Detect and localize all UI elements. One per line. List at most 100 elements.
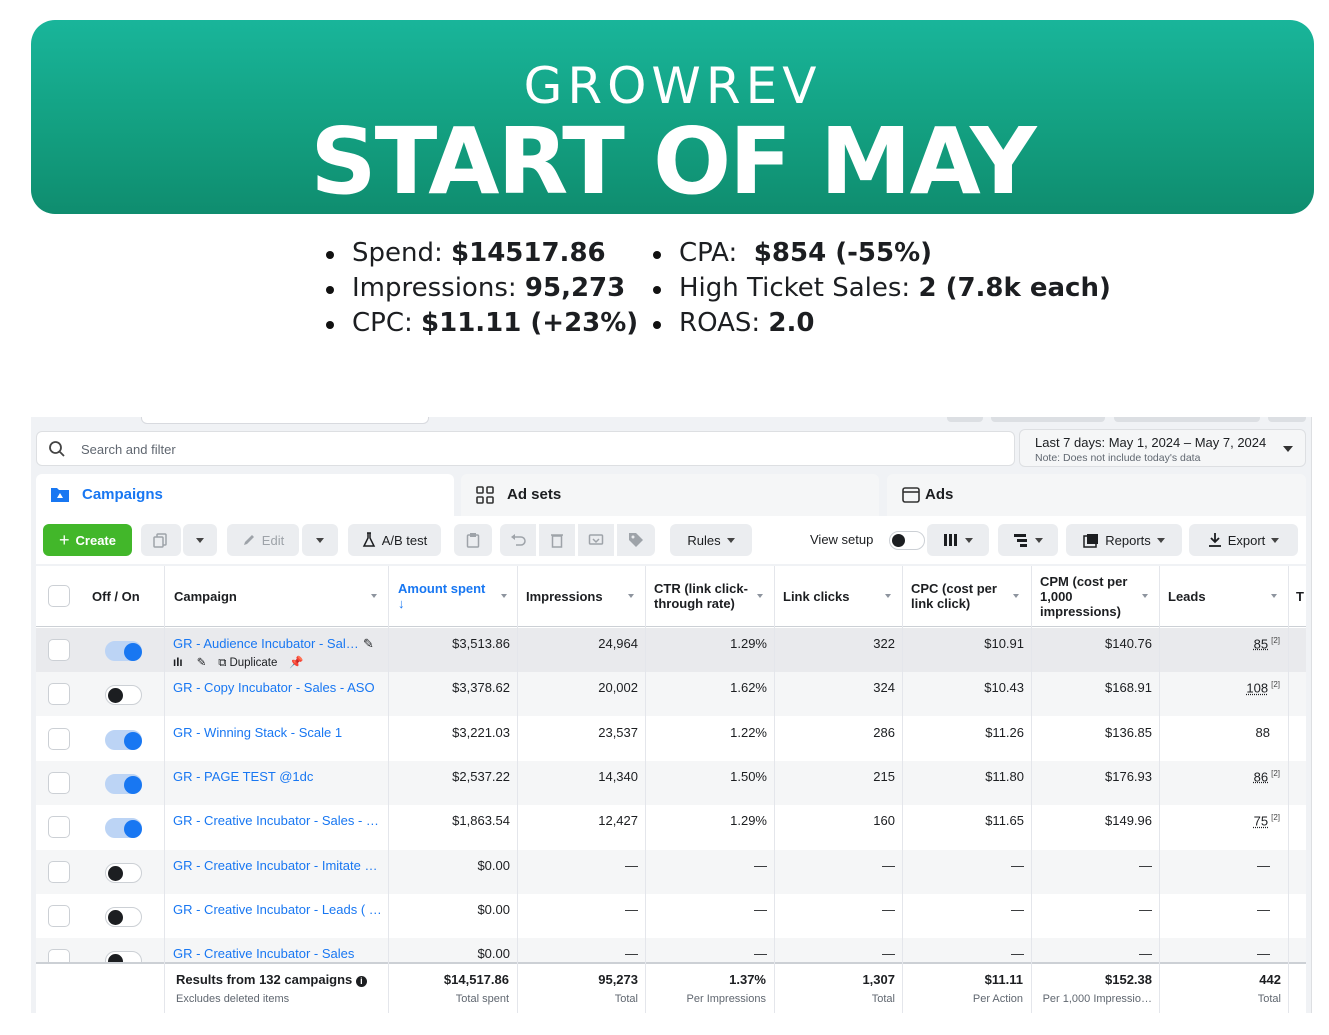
- leads-value[interactable]: 85: [1254, 636, 1268, 651]
- select-all-checkbox[interactable]: [48, 585, 70, 607]
- sort-icon: [1142, 594, 1148, 598]
- campaign-name-link[interactable]: GR - Creative Incubator - Sales: [173, 946, 354, 961]
- table-row[interactable]: GR - Copy Incubator - Sales - ASO $3,378.…: [36, 672, 1306, 717]
- sort-icon: [885, 594, 891, 598]
- tab-campaigns[interactable]: Campaigns: [36, 474, 454, 516]
- column-ctr[interactable]: CTR (link click-through rate): [654, 566, 759, 626]
- plus-icon: +: [59, 529, 70, 550]
- campaign-toggle[interactable]: [105, 818, 142, 839]
- campaign-toggle[interactable]: [105, 641, 142, 661]
- tab-ad-sets[interactable]: Ad sets: [461, 474, 879, 516]
- leads-value[interactable]: 75: [1254, 814, 1268, 829]
- undo-button[interactable]: [500, 524, 536, 556]
- campaign-name-link[interactable]: GR - Creative Incubator - Imitate …: [173, 858, 377, 873]
- column-off-on[interactable]: Off / On: [92, 566, 162, 626]
- breakdown-icon: [1014, 534, 1027, 547]
- column-link-clicks[interactable]: Link clicks: [783, 566, 883, 626]
- leads-value: —: [1257, 946, 1270, 962]
- campaign-toggle[interactable]: [105, 685, 142, 706]
- column-leads[interactable]: Leads: [1168, 566, 1248, 626]
- table-row[interactable]: GR - Audience Incubator - Sal… ✎ ıIı ✎ ⧉ Dupl…: [36, 628, 1306, 672]
- cell-impressions: 24,964: [598, 636, 638, 651]
- table-row[interactable]: GR - Creative Incubator - Imitate … $0.00…: [36, 849, 1306, 894]
- row-checkbox[interactable]: [48, 727, 70, 750]
- cell-clicks: 322: [873, 636, 895, 651]
- column-cpm[interactable]: CPM (cost per 1,000 impressions): [1040, 566, 1140, 626]
- column-more[interactable]: T: [1296, 566, 1306, 626]
- clipboard-button[interactable]: [454, 524, 492, 556]
- campaign-name-link[interactable]: GR - Copy Incubator - Sales - ASO: [173, 680, 375, 695]
- leads-value[interactable]: 108: [1246, 681, 1268, 696]
- column-cpc[interactable]: CPC (cost per link click): [911, 566, 1011, 626]
- table-row[interactable]: GR - Creative Incubator - Sales - … $1,86…: [36, 805, 1306, 849]
- campaign-name-link[interactable]: GR - Creative Incubator - Leads ( …: [173, 902, 382, 917]
- table-row[interactable]: GR - Creative Incubator - Leads ( … $0.00…: [36, 894, 1306, 938]
- row-checkbox[interactable]: [48, 816, 70, 839]
- campaign-name-link[interactable]: GR - Winning Stack - Scale 1: [173, 725, 342, 740]
- totals-row: Results from 132 campaigns i Excludes de…: [36, 962, 1306, 1013]
- campaign-toggle[interactable]: [105, 906, 142, 927]
- breakdown-button[interactable]: [998, 524, 1058, 556]
- campaign-name-link[interactable]: GR - Creative Incubator - Sales - …: [173, 813, 379, 828]
- info-icon[interactable]: i: [355, 976, 367, 987]
- column-amount-spent[interactable]: Amount spent ↓: [398, 566, 498, 626]
- column-divider: [645, 566, 646, 1013]
- share-icon: [588, 534, 604, 545]
- cell-cpm: $176.93: [1105, 768, 1152, 784]
- campaign-toggle[interactable]: [105, 729, 142, 750]
- campaign-name-link[interactable]: GR - PAGE TEST @1dc: [173, 769, 313, 784]
- cell-clicks: —: [882, 857, 895, 873]
- search-icon: [49, 441, 65, 457]
- cell-leads: 85 [2]: [1161, 636, 1280, 651]
- tab-ads[interactable]: Ads: [887, 474, 1306, 516]
- pencil-icon[interactable]: ✎: [197, 657, 207, 669]
- columns-icon: [944, 534, 957, 546]
- column-campaign[interactable]: Campaign: [174, 566, 374, 626]
- ab-test-button[interactable]: A/B test: [348, 524, 441, 556]
- row-checkbox[interactable]: [48, 639, 70, 661]
- export-button[interactable]: Export: [1189, 524, 1298, 556]
- pencil-icon[interactable]: ✎: [363, 636, 374, 652]
- column-impressions[interactable]: Impressions: [526, 566, 626, 626]
- duplicate-dropdown[interactable]: [183, 524, 217, 556]
- campaign-toggle[interactable]: [105, 862, 142, 883]
- row-checkbox[interactable]: [48, 904, 70, 927]
- table-row[interactable]: GR - PAGE TEST @1dc $2,537.22 14,340 1.50% 2…: [36, 760, 1306, 805]
- rules-button[interactable]: Rules: [670, 524, 752, 556]
- duplicate-icon: ⧉: [218, 657, 227, 669]
- create-button[interactable]: + Create: [43, 524, 132, 556]
- edit-button[interactable]: Edit: [227, 524, 299, 556]
- cell-clicks: 324: [873, 680, 895, 696]
- delete-button[interactable]: [539, 524, 575, 556]
- edit-dropdown[interactable]: [302, 524, 338, 556]
- stat-impressions: Impressions: 95,273: [324, 271, 638, 306]
- date-range-picker[interactable]: Last 7 days: May 1, 2024 – May 7, 2024 N…: [1019, 429, 1306, 467]
- view-setup-label: View setup: [810, 532, 874, 547]
- duplicate-link[interactable]: Duplicate: [229, 657, 277, 669]
- leads-value: 88: [1255, 724, 1270, 740]
- share-button[interactable]: [578, 524, 614, 556]
- pin-icon[interactable]: 📌: [289, 657, 303, 669]
- search-input[interactable]: Search and filter: [36, 431, 1015, 466]
- cell-spent: $2,537.22: [452, 768, 510, 784]
- leads-footnote: [2]: [1271, 768, 1280, 778]
- chart-icon[interactable]: ıIı: [173, 657, 183, 669]
- view-setup-toggle[interactable]: [889, 531, 925, 550]
- campaign-toggle[interactable]: [105, 773, 142, 794]
- cell-cpm: —: [1139, 857, 1152, 873]
- row-checkbox[interactable]: [48, 771, 70, 794]
- total-clicks: 1,307: [862, 972, 895, 987]
- leads-value[interactable]: 86: [1254, 769, 1268, 784]
- tag-button[interactable]: [617, 524, 655, 556]
- stat-spend: Spend: $14517.86: [324, 236, 638, 271]
- date-range-note: Note: Does not include today's data: [1035, 452, 1201, 464]
- row-checkbox[interactable]: [48, 683, 70, 706]
- campaign-name-link[interactable]: GR - Audience Incubator - Sal…: [173, 636, 359, 651]
- duplicate-button[interactable]: [141, 524, 181, 556]
- table-row[interactable]: GR - Winning Stack - Scale 1 $3,221.03 23,…: [36, 717, 1306, 761]
- columns-button[interactable]: [927, 524, 989, 556]
- toggle-knob: [124, 775, 142, 794]
- reports-button[interactable]: Reports: [1066, 524, 1182, 556]
- search-placeholder: Search and filter: [81, 442, 176, 457]
- row-checkbox[interactable]: [48, 860, 70, 883]
